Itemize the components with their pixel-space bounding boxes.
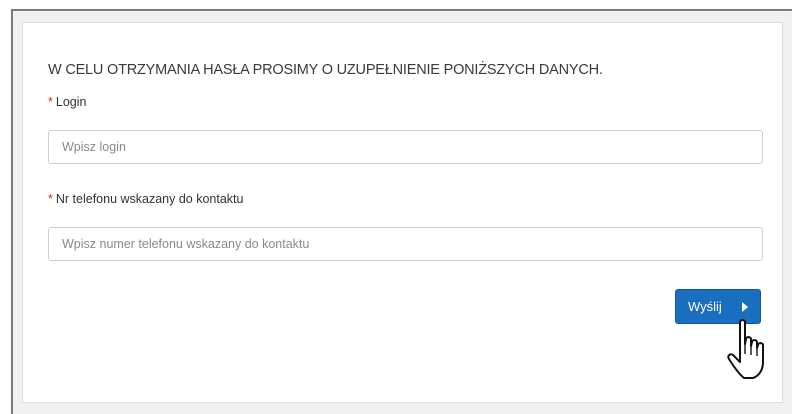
- form-heading: W CELU OTRZYMANIA HASŁA PROSIMY O UZUPEŁ…: [48, 62, 603, 78]
- phone-label-text: Nr telefonu wskazany do kontaktu: [55, 192, 244, 206]
- login-label: * Login: [48, 95, 86, 109]
- hand-pointer-icon: [727, 319, 764, 379]
- required-marker: *: [48, 192, 53, 206]
- play-arrow-icon: [742, 302, 748, 312]
- phone-input[interactable]: [48, 227, 763, 261]
- required-marker: *: [48, 95, 53, 109]
- phone-label: * Nr telefonu wskazany do kontaktu: [48, 192, 243, 206]
- password-recovery-card: [22, 22, 783, 403]
- login-label-text: Login: [55, 95, 87, 109]
- login-input[interactable]: [48, 130, 763, 164]
- submit-button-label: Wyślij: [688, 299, 722, 314]
